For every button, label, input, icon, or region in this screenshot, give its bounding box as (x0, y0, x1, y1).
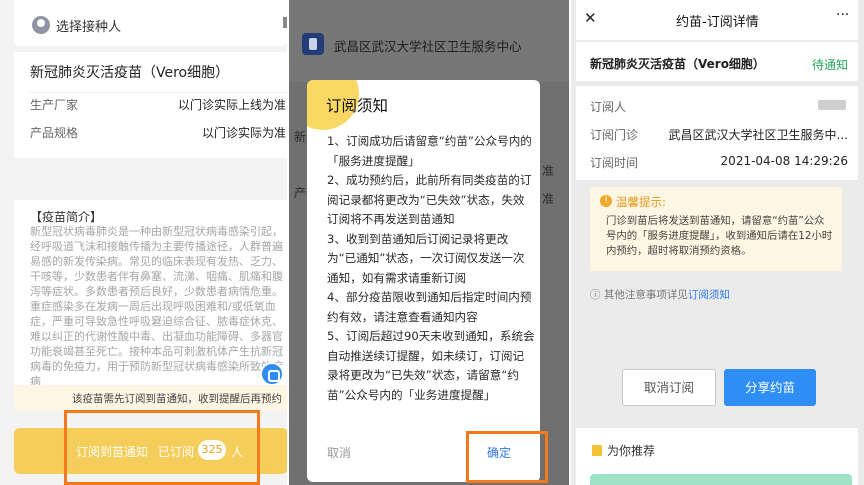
share-button[interactable]: 分享约苗 (724, 369, 816, 406)
user-icon (32, 16, 50, 34)
cancel-button[interactable]: 取消 (327, 444, 351, 461)
clinic-label: 订阅门诊 (590, 128, 639, 142)
bg-text: 准 (542, 164, 555, 178)
warm-tip-box: ! 温馨提示: 门诊到苗后将发送到苗通知，请留意“约苗”公众号内的「服务进度提醒… (590, 187, 842, 271)
subscribe-terms-screen: 武昌区武汉大学社区卫生服务中心 新 产 准 准 订阅须知 1、订阅成功后请留意“… (288, 0, 570, 485)
highlight-box (466, 431, 548, 483)
vaccine-name: 新冠肺炎灭活疫苗（Vero细胞） (30, 65, 230, 81)
status-badge: 待通知 (811, 58, 848, 72)
terms-item: 5、订阅后超过90天未收到通知，系统会自动推送续订提醒，如未续订，订阅记录将更改… (327, 329, 535, 402)
tip-text: 门诊到苗后将发送到苗通知，请留意“约苗”公众号内的「服务进度提醒」，收到通知后请… (606, 215, 833, 257)
terms-item: 3、收到到苗通知后订阅记录将更改为“已通知”状态，一次订阅仅发送一次通知，如有需… (327, 231, 525, 285)
vaccine-status-card: 新冠肺炎灭活疫苗（Vero细胞） 待通知 (576, 42, 858, 81)
bg-text: 产 (294, 186, 307, 200)
clinic-value: 武昌区武汉大学社区卫生服务中... (668, 128, 848, 142)
intro-text: 新型冠状病毒肺炎是一种由新型冠状病毒感染引起，经呼吸道飞沫和接触传播为主要传播途… (30, 225, 283, 388)
spec-value: 以门诊实际为准 (201, 126, 286, 140)
subscribe-notice: 该疫苗需先订阅到苗通知，收到提醒后再预约 (14, 385, 288, 411)
manufacturer-value: 以门诊实际上线为准 (177, 98, 286, 112)
modal-title: 订阅须知 (326, 97, 389, 115)
more-icon[interactable]: ··· (836, 7, 849, 23)
terms-modal: 订阅须知 1、订阅成功后请留意“约苗”公众号内的「服务进度提醒」 2、成功预约后… (307, 80, 540, 482)
terms-item: 1、订阅成功后请留意“约苗”公众号内的「服务进度提醒」 (327, 134, 532, 168)
subscription-detail-screen: ✕ 约苗-订阅详情 ··· 新冠肺炎灭活疫苗（Vero细胞） 待通知 订阅人 订… (570, 0, 864, 485)
info-icon: ! (600, 195, 612, 207)
time-label: 订阅时间 (590, 156, 639, 170)
bg-text: 新 (294, 130, 307, 144)
vaccine-info-card: 新冠肺炎灭活疫苗（Vero细胞） 生产厂家 以门诊实际上线为准 产品规格 以门诊… (14, 52, 288, 158)
hospital-icon (302, 33, 324, 55)
avatar (818, 100, 846, 110)
recommend-banner[interactable] (590, 474, 852, 485)
subscriber-label: 订阅人 (590, 100, 627, 114)
hospital-name: 武昌区武汉大学社区卫生服务中心 (334, 39, 522, 54)
customer-service-icon[interactable] (260, 362, 284, 386)
recommend-section: 为你推荐 (576, 428, 858, 485)
vaccine-name: 新冠肺炎灭活疫苗（Vero细胞） (590, 57, 765, 71)
panel-divider (287, 0, 289, 485)
info-icon: ⓘ (590, 289, 604, 301)
vaccine-detail-screen: 选择接种人 新冠肺炎灭活疫苗（Vero细胞） 生产厂家 以门诊实际上线为准 产品… (0, 0, 288, 485)
title-bar: ✕ 约苗-订阅详情 ··· (576, 0, 858, 40)
highlight-box (64, 410, 260, 485)
terms-link[interactable]: 订阅须知 (688, 289, 730, 301)
intro-title: 【疫苗简介】 (30, 210, 103, 224)
vaccine-intro: 【疫苗简介】 新型冠状病毒肺炎是一种由新型冠状病毒感染引起，经呼吸道飞沫和接触传… (14, 200, 288, 388)
note-row: ⓘ 其他注意事项详见订阅须知 (590, 287, 730, 302)
manufacturer-label: 生产厂家 (30, 98, 79, 112)
close-icon[interactable]: ✕ (584, 9, 597, 27)
bg-text: 准 (542, 192, 555, 206)
hospital-header: 武昌区武汉大学社区卫生服务中心 (288, 0, 570, 82)
bookmark-icon (592, 445, 602, 456)
select-recipient-row[interactable]: 选择接种人 (14, 0, 288, 46)
tip-title: 温馨提示: (616, 195, 666, 209)
terms-item: 4、部分疫苗限收到通知后指定时间内预约有效，请注意查看通知内容 (327, 290, 532, 324)
select-recipient-label: 选择接种人 (56, 20, 122, 35)
cancel-subscription-button[interactable]: 取消订阅 (622, 369, 716, 406)
page-title: 约苗-订阅详情 (676, 15, 759, 30)
spec-label: 产品规格 (30, 126, 79, 140)
divider (30, 92, 288, 93)
panel-divider (569, 0, 571, 485)
terms-item: 2、成功预约后，此前所有同类疫苗的订阅记录都将更改为“已失效”状态，失效订阅将不… (327, 173, 532, 226)
time-value: 2021-04-08 14:29:26 (720, 154, 848, 168)
subscription-info-card: 订阅人 订阅门诊 武昌区武汉大学社区卫生服务中... 订阅时间 2021-04-… (576, 86, 858, 180)
note-prefix: 其他注意事项详见 (603, 289, 688, 301)
notice-text: 该疫苗需先订阅到苗通知，收到提醒后再预约 (72, 393, 282, 405)
terms-list: 1、订阅成功后请留意“约苗”公众号内的「服务进度提醒」 2、成功预约后，此前所有… (327, 132, 535, 405)
recommend-title: 为你推荐 (607, 444, 656, 458)
